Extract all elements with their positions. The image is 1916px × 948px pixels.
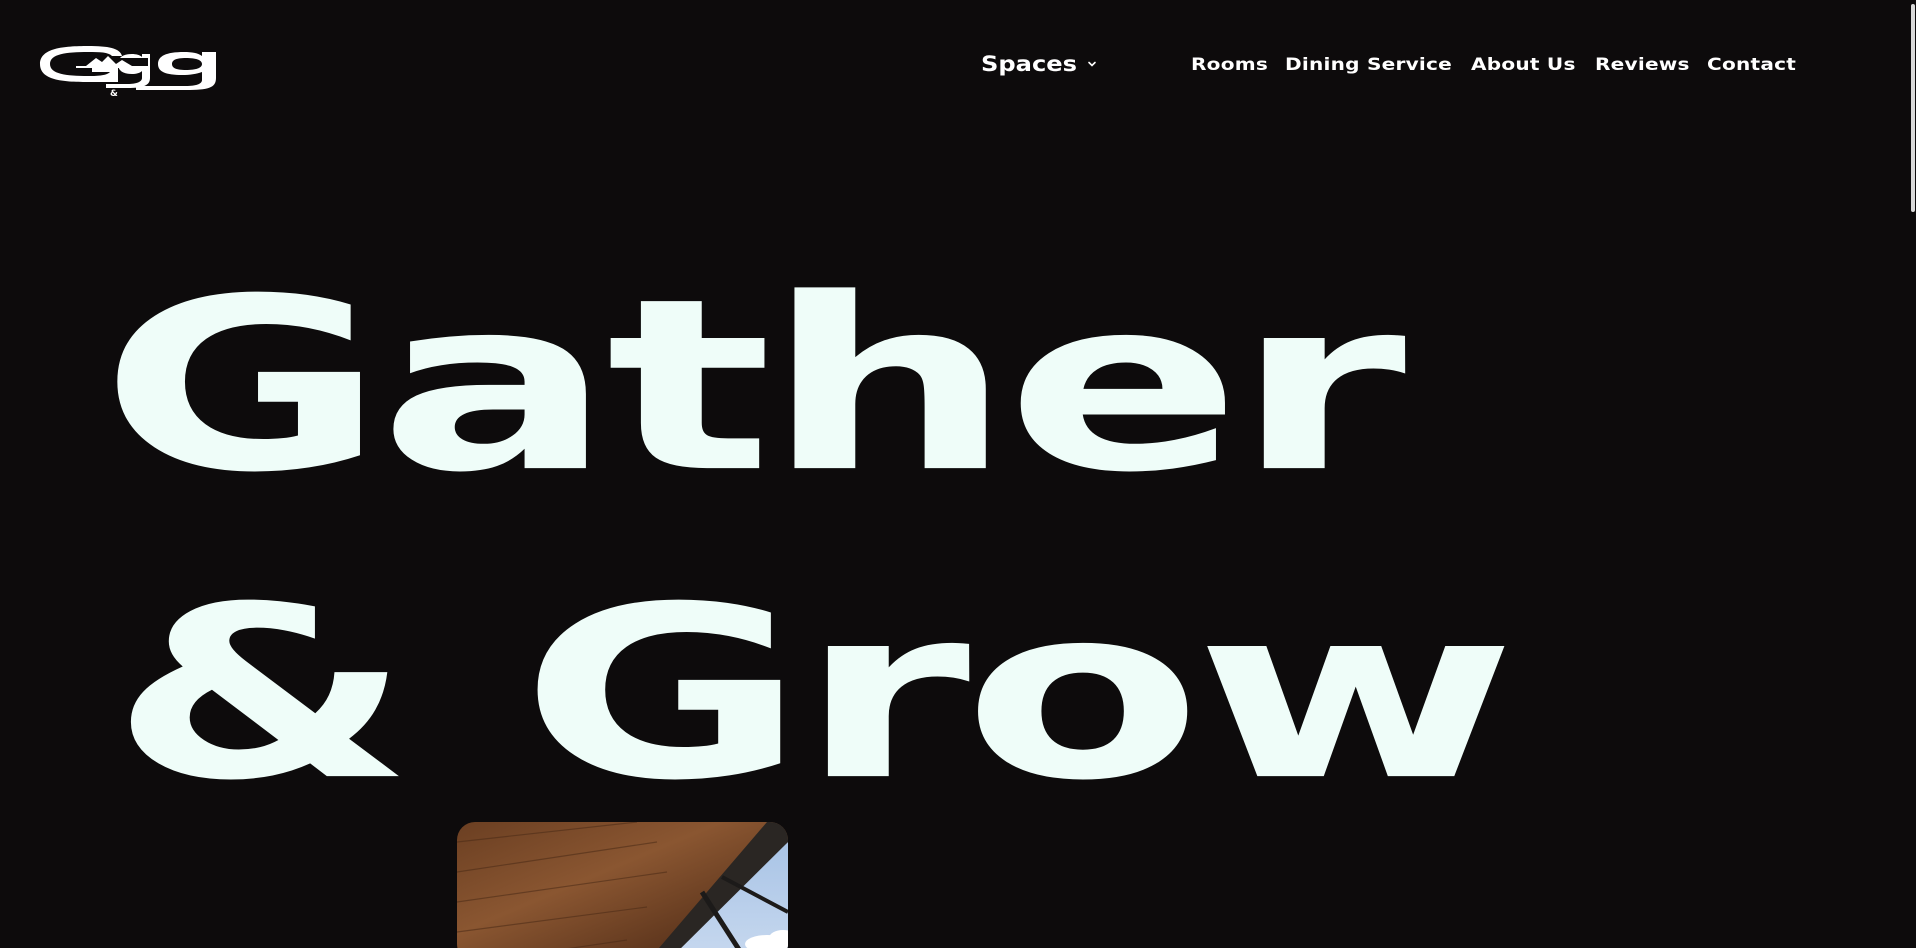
site-header: & Spaces Rooms Dining Service About Us R… [0,0,1916,130]
main-nav: Rooms Dining Service About Us Reviews Co… [1191,55,1796,75]
hero-title-line-2: & Grow [110,556,1516,833]
wood-ceiling-window-image [457,822,788,948]
nav-item-dining-service[interactable]: Dining Service [1285,55,1487,75]
page: & Spaces Rooms Dining Service About Us R… [0,0,1916,948]
nav-item-about-us[interactable]: About Us [1471,55,1598,75]
hero-title-line-1: Gather [100,248,1406,525]
chevron-down-icon [1087,61,1096,67]
logo-ampersand: & [110,89,118,96]
nav-item-reviews[interactable]: Reviews [1595,55,1708,75]
logo-mark: & [40,46,216,99]
nav-spaces-label: Spaces [981,52,1078,76]
nav-item-contact[interactable]: Contact [1707,55,1796,75]
scrollbar-thumb[interactable] [1911,4,1915,212]
nav-item-rooms[interactable]: Rooms [1191,55,1285,75]
nav-spaces-dropdown[interactable]: Spaces [981,52,1097,76]
page-scrollbar[interactable] [1910,0,1916,948]
site-logo[interactable]: & [36,40,218,99]
hero-photo [457,822,788,948]
